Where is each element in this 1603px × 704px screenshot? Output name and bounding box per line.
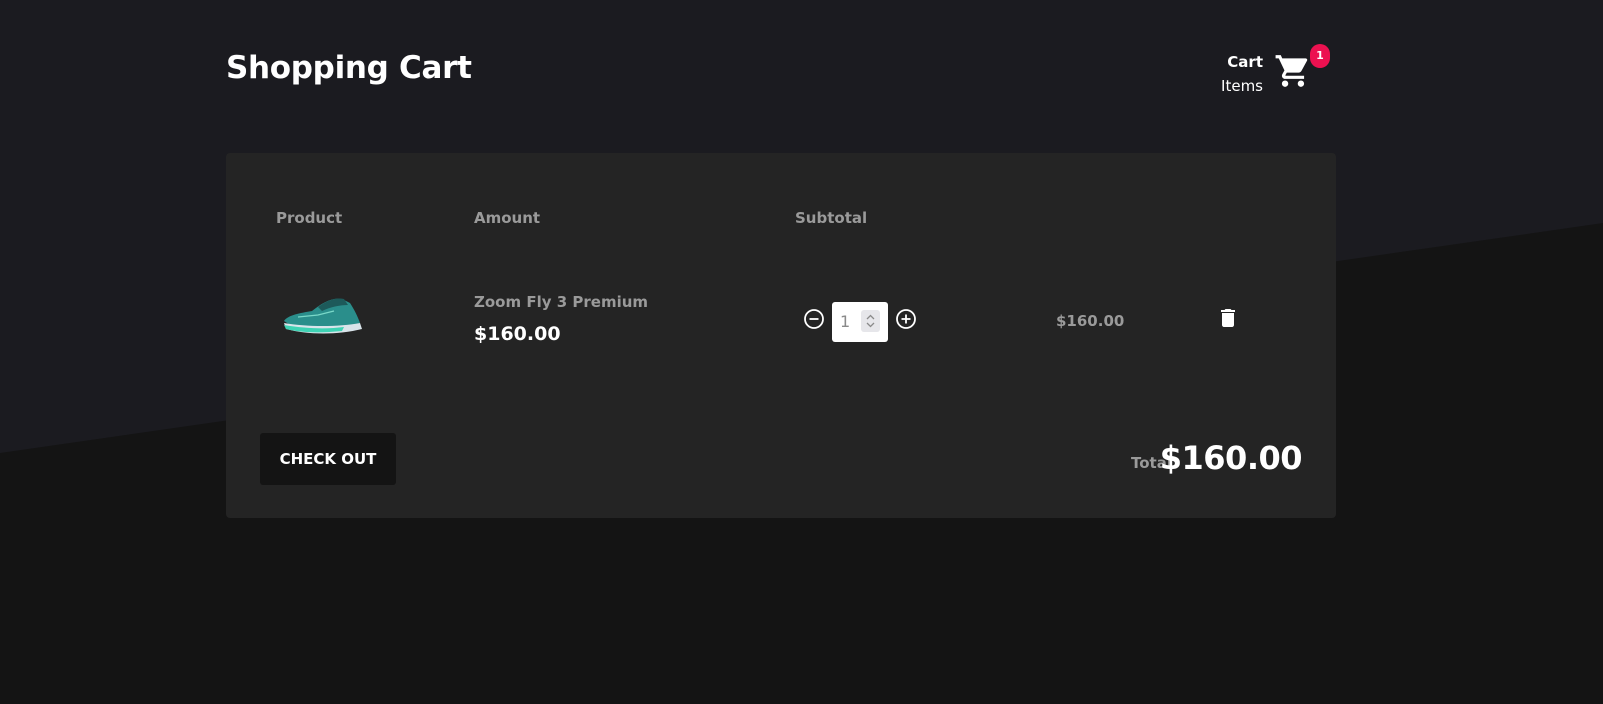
column-header-subtotal: Subtotal bbox=[795, 209, 868, 227]
quantity-input[interactable]: 1 bbox=[832, 302, 888, 342]
cart-widget[interactable]: Cart Items 1 bbox=[1200, 44, 1335, 104]
cart-count-badge: 1 bbox=[1310, 44, 1330, 68]
increase-quantity-icon[interactable] bbox=[895, 308, 917, 330]
cart-label-line2: Items bbox=[1221, 77, 1263, 95]
cart-label: Cart Items bbox=[1221, 50, 1263, 98]
row-subtotal: $160.00 bbox=[1056, 312, 1125, 330]
column-header-amount: Amount bbox=[474, 209, 541, 227]
running-shoe-image bbox=[284, 298, 362, 334]
quantity-spinner-icon[interactable] bbox=[861, 310, 880, 332]
checkout-button[interactable]: CHECK OUT bbox=[260, 433, 396, 485]
product-price: $160.00 bbox=[474, 323, 561, 345]
shopping-cart-icon[interactable] bbox=[1274, 52, 1312, 90]
trash-icon[interactable] bbox=[1216, 306, 1240, 330]
quantity-value[interactable]: 1 bbox=[840, 312, 850, 331]
cart-panel: Product Amount Subtotal Zoom Fly 3 Premi… bbox=[226, 153, 1336, 518]
decrease-quantity-icon[interactable] bbox=[803, 308, 825, 330]
column-header-product: Product bbox=[276, 209, 343, 227]
product-name[interactable]: Zoom Fly 3 Premium bbox=[474, 293, 648, 311]
cart-label-line1: Cart bbox=[1227, 53, 1263, 71]
total-value: $160.00 bbox=[1159, 439, 1303, 477]
page-title: Shopping Cart bbox=[226, 50, 472, 86]
